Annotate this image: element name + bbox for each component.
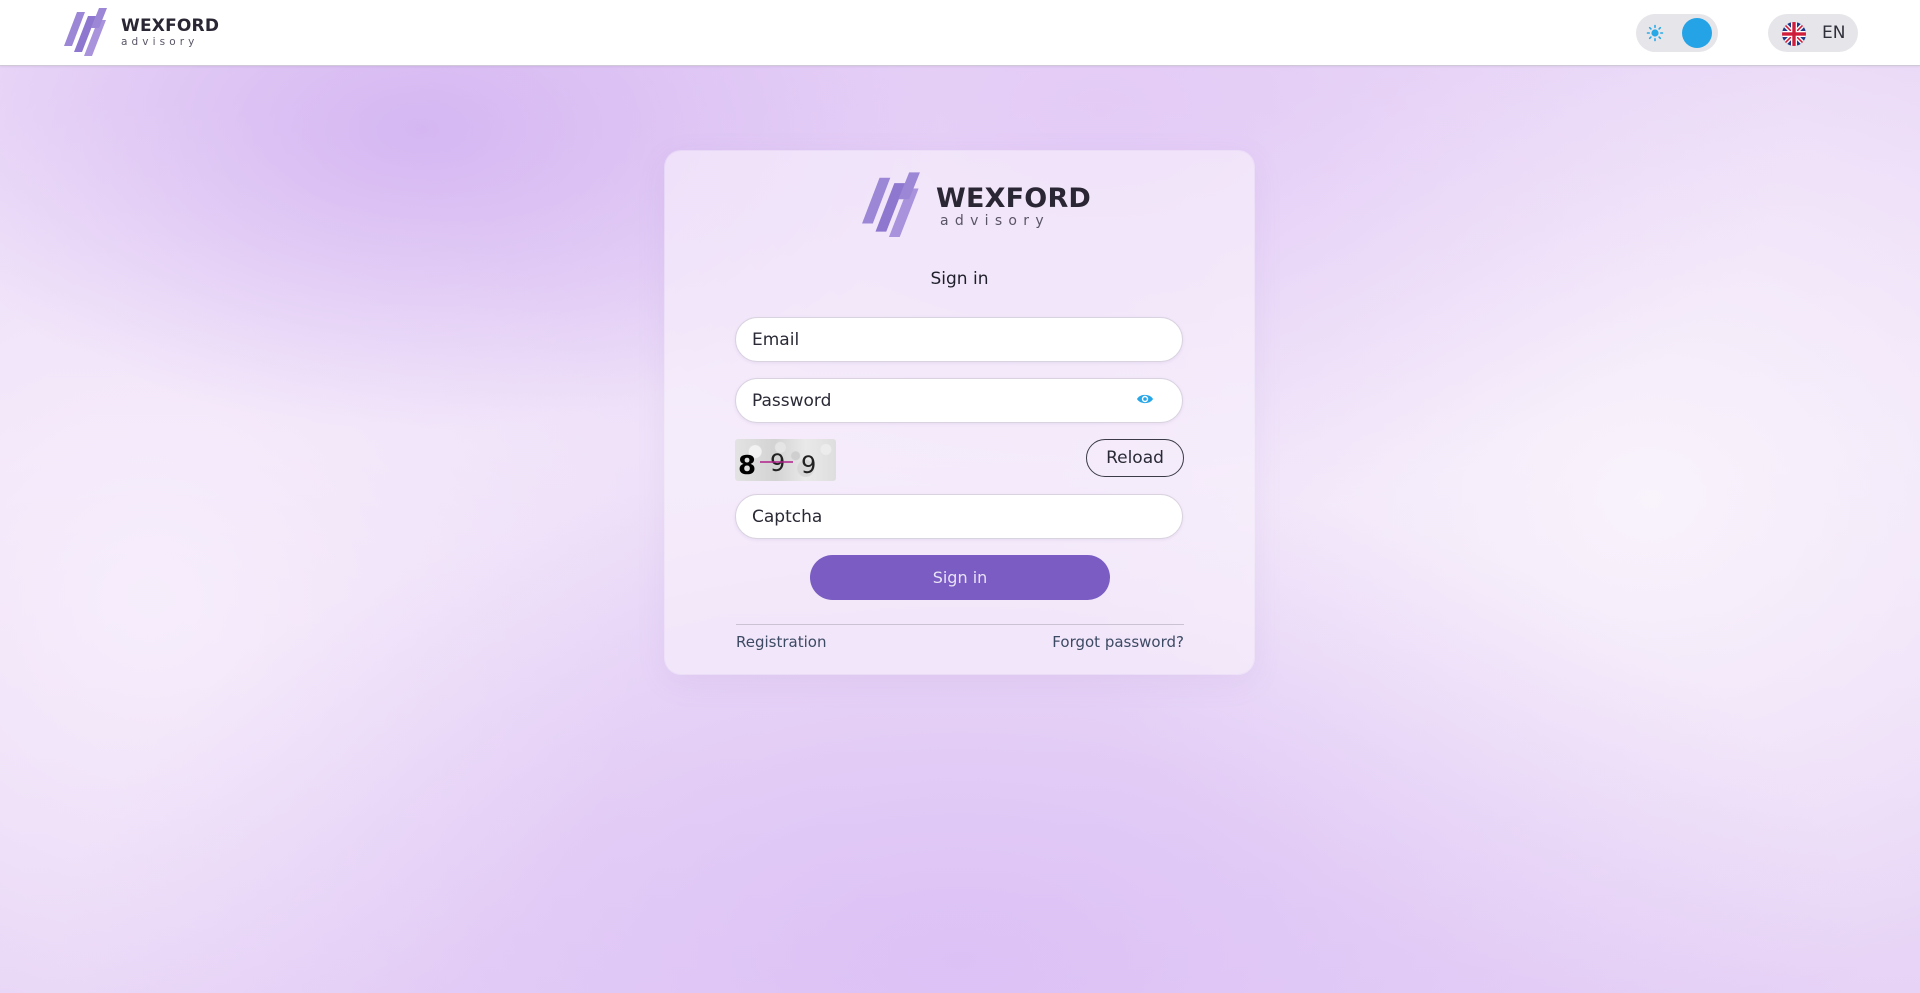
sign-in-button[interactable]: Sign in: [810, 555, 1110, 600]
theme-toggle-knob: [1682, 18, 1712, 48]
login-card: WEXFORD advisory Sign in 8 9 9 Reload Si…: [665, 151, 1254, 674]
eye-icon[interactable]: [1136, 392, 1154, 406]
card-logo: WEXFORD advisory: [858, 172, 1091, 240]
page-title: Sign in: [930, 269, 989, 289]
header-logo[interactable]: WEXFORD advisory: [61, 8, 219, 58]
brand-name: WEXFORD: [121, 16, 220, 37]
forgot-password-link[interactable]: Forgot password?: [1052, 633, 1184, 651]
password-field[interactable]: [735, 378, 1183, 423]
email-field[interactable]: [735, 317, 1183, 362]
divider: [736, 624, 1184, 625]
captcha-field[interactable]: [735, 494, 1183, 539]
svg-text:8: 8: [738, 451, 756, 481]
top-header: WEXFORD advisory EN: [0, 0, 1920, 66]
captcha-image: 8 9 9: [735, 439, 836, 481]
language-label: EN: [1822, 23, 1846, 43]
brand-name: WEXFORD: [936, 182, 1092, 214]
theme-toggle[interactable]: [1636, 14, 1718, 52]
logo-mark-icon: [64, 8, 107, 56]
svg-text:9: 9: [770, 449, 785, 477]
brand-tagline: advisory: [940, 212, 1050, 229]
sun-icon: [1646, 24, 1664, 42]
reload-captcha-button[interactable]: Reload: [1086, 439, 1184, 477]
uk-flag-icon: [1782, 22, 1806, 46]
svg-text:9: 9: [801, 451, 816, 479]
language-selector[interactable]: EN: [1768, 14, 1858, 52]
logo-mark-icon: [862, 172, 920, 237]
brand-tagline: advisory: [121, 36, 199, 49]
registration-link[interactable]: Registration: [736, 633, 826, 651]
moon-icon: [1695, 26, 1702, 40]
